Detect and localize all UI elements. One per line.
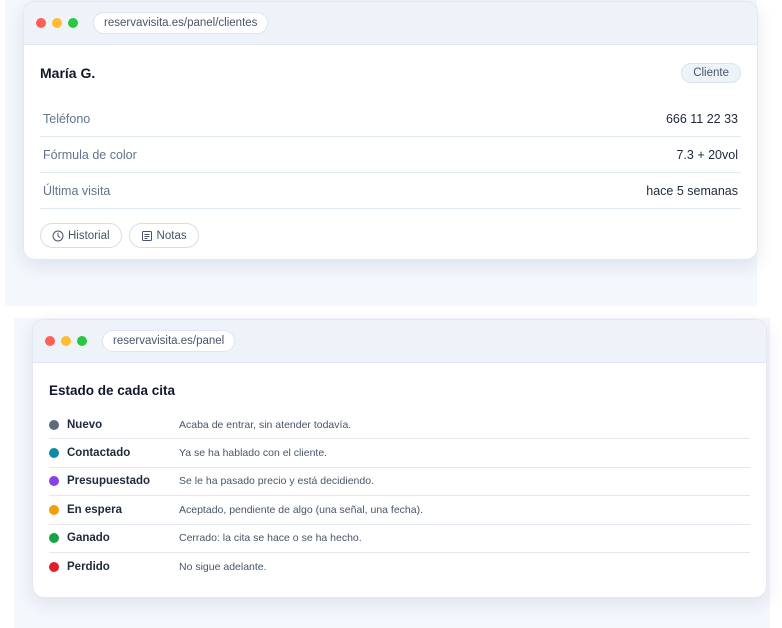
status-description: Acaba de entrar, sin atender todavía. <box>179 418 352 431</box>
history-button-label: Historial <box>68 229 110 242</box>
status-name: Presupuestado <box>67 475 151 488</box>
clock-icon <box>52 230 64 242</box>
info-label: Fórmula de color <box>43 147 137 162</box>
status-color-dot <box>49 504 59 515</box>
status-row: Perdido No sigue adelante. <box>49 553 750 581</box>
info-row-last-visit: Última visita hace 5 semanas <box>40 173 741 209</box>
note-icon <box>141 230 153 242</box>
history-button[interactable]: Historial <box>40 223 122 248</box>
status-description: Aceptado, pendiente de algo (una señal, … <box>179 503 424 516</box>
maximize-window-button[interactable] <box>68 18 78 28</box>
status-description: Cerrado: la cita se hace o se ha hecho. <box>179 532 362 545</box>
status-name: Nuevo <box>67 418 103 431</box>
status-color-dot <box>49 562 59 573</box>
status-name: En espera <box>67 503 122 516</box>
info-label: Teléfono <box>43 111 91 126</box>
status-row: En espera Aceptado, pendiente de algo (u… <box>49 496 750 525</box>
client-window: reservavisita.es/panel/clientes María G.… <box>23 1 758 260</box>
info-value: 7.3 + 20vol <box>676 147 738 162</box>
status-name: Contactado <box>67 447 131 460</box>
status-row: Ganado Cerrado: la cita se hace o se ha … <box>49 525 750 553</box>
status-description: Se le ha pasado precio y está decidiendo… <box>179 475 374 488</box>
maximize-window-button[interactable] <box>77 336 87 346</box>
client-badge: Cliente <box>681 63 741 83</box>
info-value: 666 11 22 33 <box>665 111 738 126</box>
status-name: Ganado <box>67 532 110 545</box>
status-description: No sigue adelante. <box>179 561 267 574</box>
status-description: Ya se ha hablado con el cliente. <box>179 447 328 460</box>
info-row-color-formula: Fórmula de color 7.3 + 20vol <box>40 137 741 173</box>
notes-button[interactable]: Notas <box>128 223 199 248</box>
info-row-phone: Teléfono 666 11 22 33 <box>40 101 741 137</box>
status-list: Nuevo Acaba de entrar, sin atender todav… <box>49 411 750 581</box>
status-color-dot <box>49 476 59 487</box>
status-row: Nuevo Acaba de entrar, sin atender todav… <box>49 411 750 440</box>
close-window-button[interactable] <box>36 18 46 28</box>
section-title: Estado de cada cita <box>49 383 176 398</box>
minimize-window-button[interactable] <box>52 18 62 28</box>
status-color-dot <box>49 533 59 544</box>
status-row: Presupuestado Se le ha pasado precio y e… <box>49 468 750 497</box>
status-row: Contactado Ya se ha hablado con el clien… <box>49 439 750 468</box>
status-window: reservavisita.es/panel Estado de cada ci… <box>32 319 767 598</box>
status-color-dot <box>49 448 59 459</box>
address-bar[interactable]: reservavisita.es/panel <box>102 330 236 352</box>
address-bar[interactable]: reservavisita.es/panel/clientes <box>93 12 269 34</box>
window-titlebar: reservavisita.es/panel/clientes <box>24 2 757 45</box>
status-name: Perdido <box>67 561 110 574</box>
client-name: María G. <box>40 65 96 81</box>
close-window-button[interactable] <box>45 336 55 346</box>
window-titlebar: reservavisita.es/panel <box>33 320 766 363</box>
minimize-window-button[interactable] <box>61 336 71 346</box>
info-label: Última visita <box>43 183 111 198</box>
status-color-dot <box>49 419 59 430</box>
notes-button-label: Notas <box>156 229 187 242</box>
info-value: hace 5 semanas <box>646 183 738 198</box>
